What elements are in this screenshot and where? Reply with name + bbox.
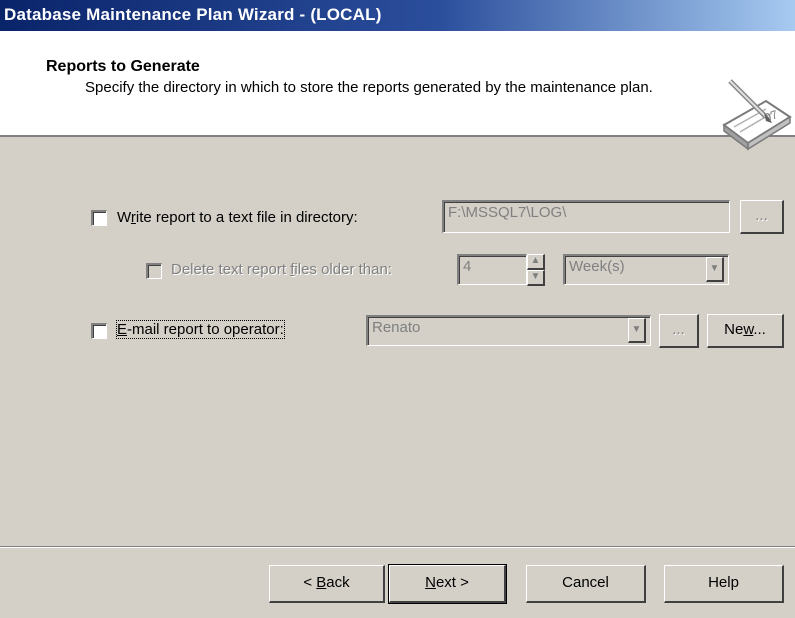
write-report-checkbox[interactable] [91,210,107,226]
write-report-label[interactable]: Write report to a text file in directory… [117,209,358,226]
page-subtitle: Specify the directory in which to store … [85,79,653,96]
page-title: Reports to Generate [46,58,200,75]
title-bar[interactable]: Database Maintenance Plan Wizard - (LOCA… [0,0,795,31]
report-directory-field[interactable]: F:\MSSQL7\LOG\ [442,200,730,233]
email-report-checkbox[interactable] [91,323,107,339]
next-button[interactable]: Next > [388,564,507,604]
browse-operator-button[interactable]: ... [659,314,699,348]
notepad-pencil-icon: '97 [722,79,792,151]
spin-up-icon[interactable]: ▲ [527,254,545,270]
retention-unit-select[interactable]: Week(s) [563,254,729,285]
email-report-label[interactable]: E-mail report to operator: [116,320,285,339]
wizard-window: Database Maintenance Plan Wizard - (LOCA… [0,0,795,618]
new-operator-button[interactable]: New... [707,314,784,348]
spin-down-icon[interactable]: ▼ [527,270,545,286]
footer-separator-highlight [0,547,795,548]
delete-files-checkbox[interactable] [146,263,162,279]
cancel-button[interactable]: Cancel [526,565,646,603]
delete-files-label[interactable]: Delete text report files older than: [171,261,392,278]
browse-directory-button[interactable]: ... [740,200,784,234]
help-button[interactable]: Help [664,565,784,603]
chevron-down-icon[interactable]: ▼ [628,318,646,343]
operator-select[interactable]: Renato [366,315,651,346]
back-button[interactable]: < Back [269,565,385,603]
window-title: Database Maintenance Plan Wizard - (LOCA… [4,5,382,24]
chevron-down-icon[interactable]: ▼ [706,257,724,282]
retention-amount-field[interactable]: 4 [457,254,527,285]
wizard-header: Reports to Generate Specify the director… [0,31,795,151]
